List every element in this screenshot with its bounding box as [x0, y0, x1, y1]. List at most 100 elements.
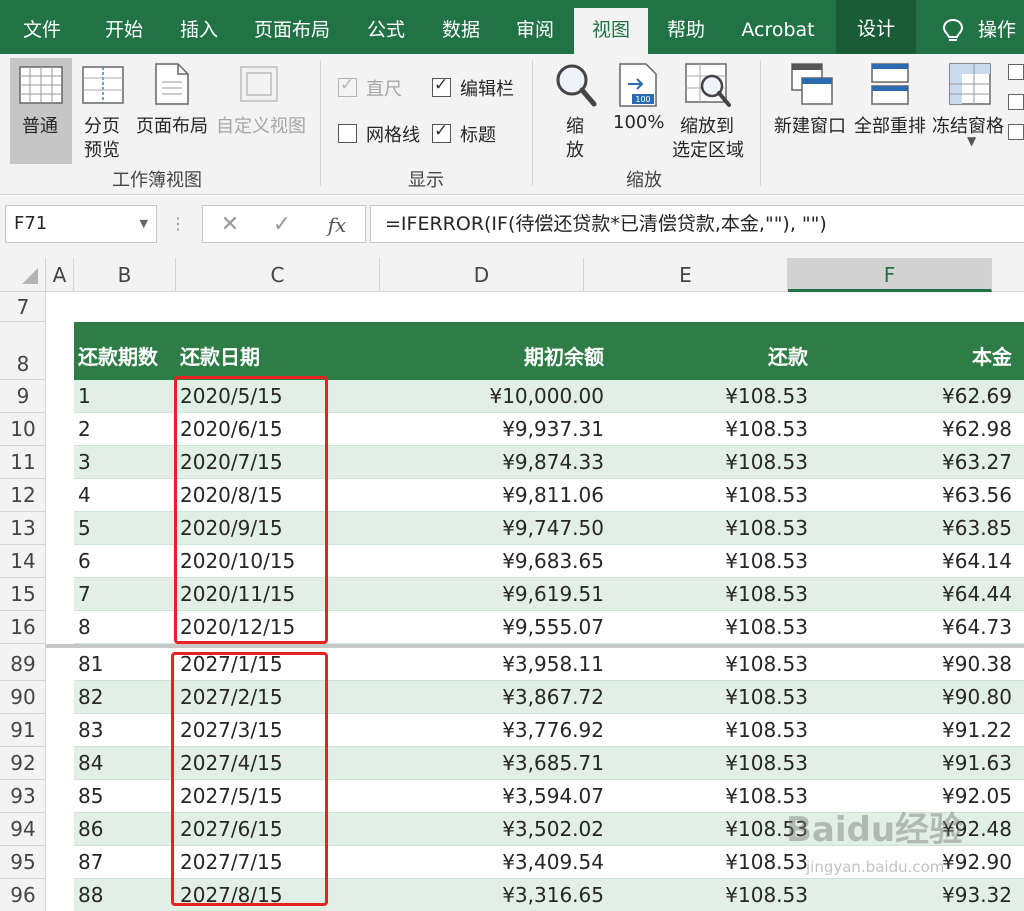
tab-view[interactable]: 视图	[574, 8, 648, 54]
cell-principal[interactable]: ¥63.85	[942, 512, 1012, 545]
row-header[interactable]: 16	[0, 611, 46, 644]
row-header[interactable]: 7	[0, 292, 46, 322]
arrange-all-icon[interactable]	[870, 62, 910, 108]
cell-principal[interactable]: ¥93.32	[942, 879, 1012, 911]
cell-principal[interactable]: ¥64.44	[942, 578, 1012, 611]
cell-payment[interactable]: ¥108.53	[725, 681, 808, 714]
zoom-100-icon[interactable]: 100	[618, 62, 660, 108]
cell-period[interactable]: 3	[78, 446, 91, 479]
cell-principal[interactable]: ¥64.73	[942, 611, 1012, 644]
cell-principal[interactable]: ¥63.27	[942, 446, 1012, 479]
cell-payment[interactable]: ¥108.53	[725, 648, 808, 681]
cell-period[interactable]: 85	[78, 780, 103, 813]
cell-principal[interactable]: ¥62.98	[942, 413, 1012, 446]
row-header[interactable]: 94	[0, 813, 46, 846]
cell-opening-balance[interactable]: ¥3,867.72	[502, 681, 604, 714]
cell-payment[interactable]: ¥108.53	[725, 611, 808, 644]
zoom-to-selection-icon[interactable]	[684, 62, 732, 108]
cancel-icon[interactable]: ✕	[215, 206, 245, 244]
cell-period[interactable]: 81	[78, 648, 103, 681]
row-header[interactable]: 15	[0, 578, 46, 611]
cell-principal[interactable]: ¥90.38	[942, 648, 1012, 681]
cell-period[interactable]: 6	[78, 545, 91, 578]
tab-file[interactable]: 文件	[8, 8, 76, 54]
cell-opening-balance[interactable]: ¥9,747.50	[502, 512, 604, 545]
chevron-down-icon[interactable]: ▼	[140, 206, 148, 242]
cell-period[interactable]: 88	[78, 879, 103, 911]
cell-period[interactable]: 5	[78, 512, 91, 545]
row-header[interactable]: 93	[0, 780, 46, 813]
cell-payment[interactable]: ¥108.53	[725, 578, 808, 611]
cell-principal[interactable]: ¥91.63	[942, 747, 1012, 780]
cell-principal[interactable]: ¥90.80	[942, 681, 1012, 714]
tab-page-layout[interactable]: 页面布局	[236, 8, 348, 54]
tab-review[interactable]: 审阅	[498, 8, 572, 54]
cell-opening-balance[interactable]: ¥10,000.00	[489, 380, 604, 413]
new-window-icon[interactable]	[790, 62, 834, 108]
row-header[interactable]: 8	[0, 322, 46, 380]
cell-opening-balance[interactable]: ¥3,594.07	[502, 780, 604, 813]
worksheet-grid[interactable]: 还款期数 还款日期 期初余额 还款 本金 1 2020/5/15 ¥10,000.0…	[46, 292, 1024, 911]
column-header-a[interactable]: A	[46, 258, 74, 292]
cell-opening-balance[interactable]: ¥3,958.11	[502, 648, 604, 681]
name-box[interactable]: F71 ▼	[5, 205, 157, 243]
row-header[interactable]: 95	[0, 846, 46, 879]
cell-opening-balance[interactable]: ¥9,811.06	[502, 479, 604, 512]
select-all-corner[interactable]	[0, 258, 46, 292]
cell-period[interactable]: 82	[78, 681, 103, 714]
cell-payment[interactable]: ¥108.53	[725, 479, 808, 512]
cell-period[interactable]: 1	[78, 380, 91, 413]
row-header[interactable]: 92	[0, 747, 46, 780]
cell-payment[interactable]: ¥108.53	[725, 512, 808, 545]
tab-home[interactable]: 开始	[86, 8, 162, 54]
cell-opening-balance[interactable]: ¥9,683.65	[502, 545, 604, 578]
cell-payment[interactable]: ¥108.53	[725, 714, 808, 747]
cell-period[interactable]: 8	[78, 611, 91, 644]
row-header[interactable]: 13	[0, 512, 46, 545]
row-header[interactable]: 89	[0, 648, 46, 681]
cell-principal[interactable]: ¥64.14	[942, 545, 1012, 578]
row-header[interactable]: 14	[0, 545, 46, 578]
cell-period[interactable]: 7	[78, 578, 91, 611]
cell-payment[interactable]: ¥108.53	[725, 545, 808, 578]
enter-icon[interactable]: ✓	[267, 206, 297, 244]
row-header[interactable]: 10	[0, 413, 46, 446]
row-header[interactable]: 9	[0, 380, 46, 413]
cell-principal[interactable]: ¥63.56	[942, 479, 1012, 512]
cell-period[interactable]: 84	[78, 747, 103, 780]
tell-me-box[interactable]: 操作说	[930, 8, 1024, 54]
cell-period[interactable]: 87	[78, 846, 103, 879]
formula-bar-checkbox[interactable]: ✓	[432, 75, 451, 97]
cell-opening-balance[interactable]: ¥9,874.33	[502, 446, 604, 479]
row-header[interactable]: 91	[0, 714, 46, 747]
tab-design[interactable]: 设计	[836, 0, 916, 54]
column-header-e[interactable]: E	[584, 258, 788, 292]
cell-opening-balance[interactable]: ¥3,685.71	[502, 747, 604, 780]
cell-payment[interactable]: ¥108.53	[725, 446, 808, 479]
headings-checkbox[interactable]: ✓	[432, 121, 451, 143]
freeze-panes-dropdown-icon[interactable]: ▼	[967, 134, 976, 148]
cell-payment[interactable]: ¥108.53	[725, 380, 808, 413]
cell-opening-balance[interactable]: ¥3,316.65	[502, 879, 604, 911]
cell-opening-balance[interactable]: ¥9,937.31	[502, 413, 604, 446]
tab-insert[interactable]: 插入	[162, 8, 236, 54]
cell-opening-balance[interactable]: ¥9,555.07	[502, 611, 604, 644]
freeze-panes-icon[interactable]	[948, 62, 992, 108]
tab-help[interactable]: 帮助	[650, 8, 722, 54]
cell-opening-balance[interactable]: ¥3,409.54	[502, 846, 604, 879]
cell-payment[interactable]: ¥108.53	[725, 879, 808, 911]
row-header[interactable]: 11	[0, 446, 46, 479]
column-header-c[interactable]: C	[176, 258, 380, 292]
page-break-preview-icon[interactable]	[82, 66, 124, 104]
insert-function-icon[interactable]: fx	[319, 206, 355, 244]
row-header[interactable]: 96	[0, 879, 46, 911]
formula-input[interactable]: =IFERROR(IF(待偿还贷款*已清偿贷款,本金,""), "")	[370, 205, 1024, 243]
cell-payment[interactable]: ¥108.53	[725, 413, 808, 446]
cell-principal[interactable]: ¥62.69	[942, 380, 1012, 413]
row-header[interactable]: 90	[0, 681, 46, 714]
cell-period[interactable]: 83	[78, 714, 103, 747]
column-header-f[interactable]: F	[788, 258, 992, 292]
tab-acrobat[interactable]: Acrobat	[724, 8, 832, 54]
cell-period[interactable]: 2	[78, 413, 91, 446]
cell-opening-balance[interactable]: ¥9,619.51	[502, 578, 604, 611]
